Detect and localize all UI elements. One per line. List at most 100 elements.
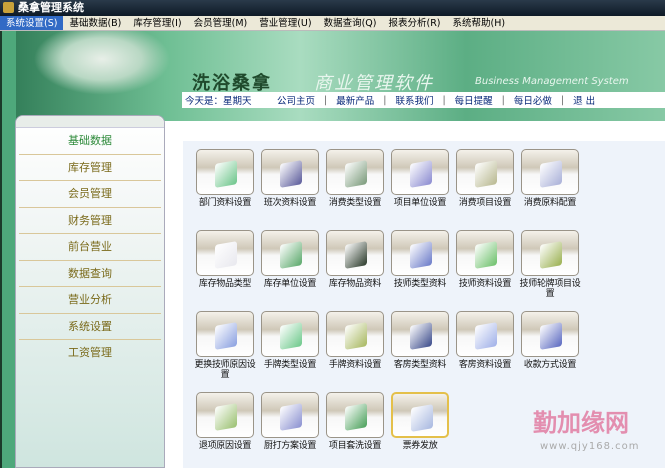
nav-link-5[interactable]: 退 出 (573, 93, 595, 107)
tile-label: 技师轮牌项目设置 (519, 279, 581, 299)
tile-17[interactable]: 收款方式设置 (519, 311, 581, 370)
tile-button[interactable] (456, 311, 514, 357)
file-icon (280, 241, 302, 269)
tile-1[interactable]: 班次资料设置 (259, 149, 321, 208)
tile-9[interactable]: 技师类型资料 (389, 230, 451, 289)
sidebar-item-0[interactable]: 基础数据 (19, 128, 161, 155)
tile-12[interactable]: 更换技师原因设置 (194, 311, 256, 380)
tile-label: 收款方式设置 (523, 360, 577, 370)
tile-button[interactable] (456, 149, 514, 195)
tile-button[interactable] (196, 230, 254, 276)
menu-item-6[interactable]: 报表分析(R) (382, 16, 446, 30)
stack-icon (345, 160, 367, 188)
tile-button[interactable] (261, 392, 319, 438)
download-icon (410, 241, 432, 269)
tile-button[interactable] (261, 230, 319, 276)
tile-16[interactable]: 客房资料设置 (454, 311, 516, 370)
tile-button[interactable] (521, 230, 579, 276)
nav-link-2[interactable]: 联系我们 (395, 93, 433, 107)
nav-link-1[interactable]: 最新产品 (336, 93, 374, 107)
menu-item-5[interactable]: 数据查询(Q) (318, 16, 383, 30)
nav-link-0[interactable]: 公司主页 (277, 93, 315, 107)
tile-button[interactable] (521, 311, 579, 357)
tile-button[interactable] (196, 149, 254, 195)
tile-label: 库存单位设置 (263, 279, 317, 289)
tile-label: 票券发放 (402, 441, 438, 451)
tile-4[interactable]: 消费项目设置 (454, 149, 516, 208)
folder-icon (475, 160, 497, 188)
tile-button[interactable] (521, 149, 579, 195)
sidebar-item-6[interactable]: 营业分析 (19, 287, 161, 314)
box-icon (215, 403, 237, 431)
sidebar-item-7[interactable]: 系统设置 (19, 314, 161, 340)
tile-label: 班次资料设置 (263, 198, 317, 208)
archive-icon (280, 160, 302, 188)
tile-21[interactable]: 票券发放 (389, 392, 451, 451)
tile-3[interactable]: 项目单位设置 (389, 149, 451, 208)
tile-8[interactable]: 库存物品资料 (324, 230, 386, 289)
green-folder-icon (280, 322, 302, 350)
tile-2[interactable]: 消费类型设置 (324, 149, 386, 208)
banner-photo (22, 31, 182, 101)
nav-link-4[interactable]: 每日必做 (514, 93, 552, 107)
tile-7[interactable]: 库存单位设置 (259, 230, 321, 289)
tile-0[interactable]: 部门资料设置 (194, 149, 256, 208)
today-label: 今天是：星期天 (185, 96, 252, 107)
ticket-icon (411, 404, 433, 432)
sidebar-item-2[interactable]: 会员管理 (19, 181, 161, 208)
menu-item-7[interactable]: 系统帮助(H) (447, 16, 512, 30)
tile-11[interactable]: 技师轮牌项目设置 (519, 230, 581, 299)
printer-icon (280, 403, 302, 431)
tile-button[interactable] (456, 230, 514, 276)
top-nav: 今天是：星期天 公司主页 | 最新产品 | 联系我们 | 每日提醒 | 每日必做 | 退 出 (182, 92, 665, 108)
tile-button[interactable] (326, 230, 384, 276)
tile-button[interactable] (326, 311, 384, 357)
tile-button[interactable] (196, 392, 254, 438)
sidebar: 基础数据 库存管理 会员管理 财务管理 前台营业 数据查询 营业分析 系统设置 工资管理 (15, 115, 165, 468)
tile-button[interactable] (196, 311, 254, 357)
cd-icon (215, 160, 237, 188)
tile-label: 客房资料设置 (458, 360, 512, 370)
sidebar-item-8[interactable]: 工资管理 (19, 340, 161, 367)
tile-button[interactable] (391, 311, 449, 357)
nav-separator: | (442, 94, 446, 106)
tile-14[interactable]: 手牌资料设置 (324, 311, 386, 370)
tile-button[interactable] (261, 311, 319, 357)
tile-18[interactable]: 退项原因设置 (194, 392, 256, 451)
app-icon (3, 2, 14, 13)
tile-button[interactable] (391, 392, 449, 438)
menu-item-0[interactable]: 系统设置(S) (0, 16, 64, 30)
papers-icon (475, 322, 497, 350)
menu-item-3[interactable]: 会员管理(M) (188, 16, 254, 30)
tile-13[interactable]: 手牌类型设置 (259, 311, 321, 370)
tile-label: 手牌类型设置 (263, 360, 317, 370)
nav-separator: | (501, 94, 505, 106)
tile-19[interactable]: 厨打方案设置 (259, 392, 321, 451)
menu-item-4[interactable]: 营业管理(U) (253, 16, 317, 30)
sidebar-item-3[interactable]: 财务管理 (19, 208, 161, 234)
tile-20[interactable]: 项目套洗设置 (324, 392, 386, 451)
tile-button[interactable] (261, 149, 319, 195)
tile-button[interactable] (326, 149, 384, 195)
tile-6[interactable]: 库存物品类型 (194, 230, 256, 289)
tile-button[interactable] (391, 149, 449, 195)
tile-label: 技师资料设置 (458, 279, 512, 289)
nav-link-3[interactable]: 每日提醒 (455, 93, 493, 107)
tile-15[interactable]: 客房类型资料 (389, 311, 451, 370)
tile-label: 部门资料设置 (198, 198, 252, 208)
menu-item-1[interactable]: 基础数据(B) (63, 16, 127, 30)
tile-button[interactable] (391, 230, 449, 276)
tile-label: 手牌资料设置 (328, 360, 382, 370)
document-edit-icon (540, 241, 562, 269)
tile-label: 项目套洗设置 (328, 441, 382, 451)
brand-english: Business Management System (475, 76, 629, 87)
sidebar-item-4[interactable]: 前台营业 (19, 234, 161, 261)
sidebar-item-5[interactable]: 数据查询 (19, 261, 161, 287)
books-icon (345, 403, 367, 431)
sidebar-item-1[interactable]: 库存管理 (19, 155, 161, 181)
gear-icon (215, 322, 237, 350)
tile-10[interactable]: 技师资料设置 (454, 230, 516, 289)
tile-5[interactable]: 消费原料配置 (519, 149, 581, 208)
tile-button[interactable] (326, 392, 384, 438)
menu-item-2[interactable]: 库存管理(I) (127, 16, 187, 30)
